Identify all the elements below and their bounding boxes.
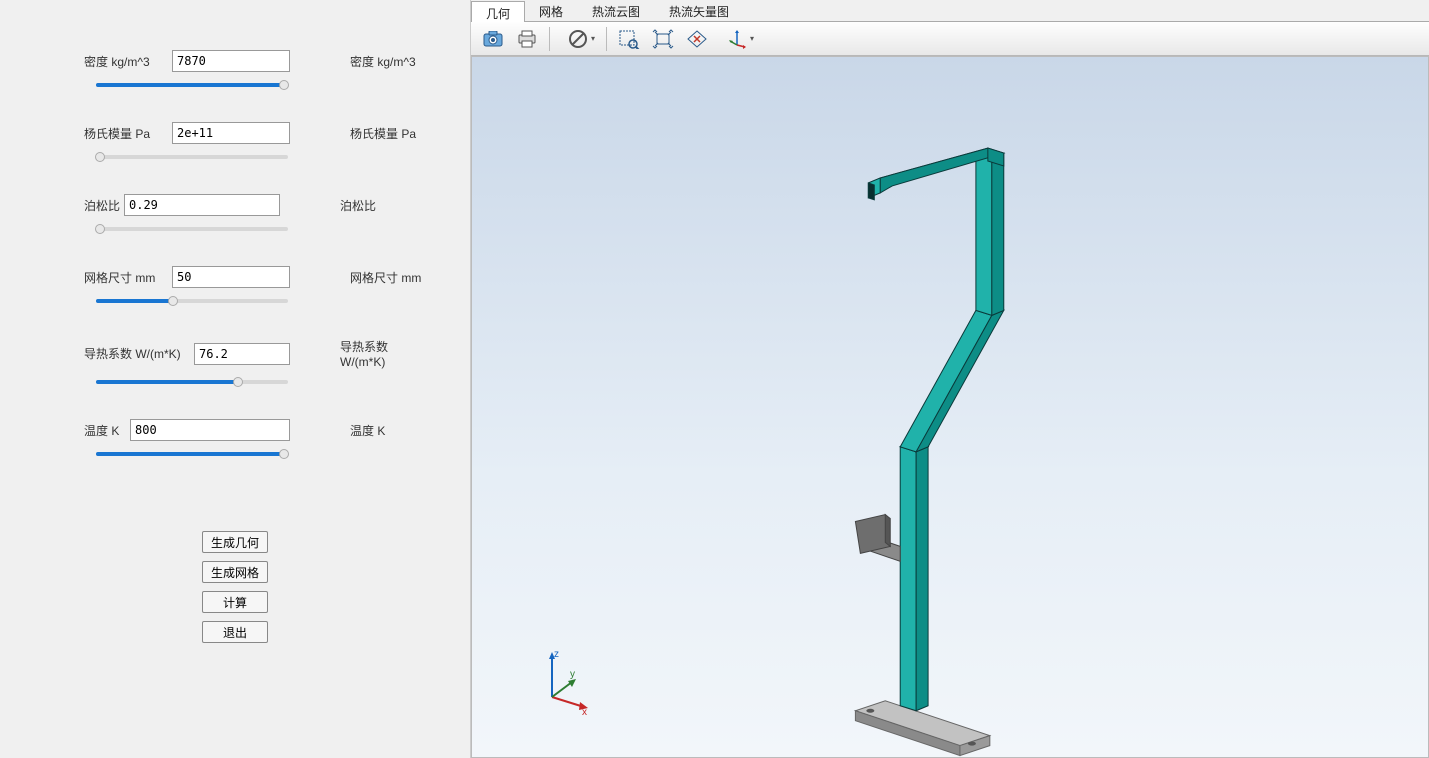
- slider-temperature[interactable]: [96, 447, 288, 461]
- input-density[interactable]: [172, 50, 290, 72]
- reset-view-button[interactable]: [681, 25, 713, 53]
- slider-poisson[interactable]: [96, 222, 288, 236]
- orientation-triad: z x y: [522, 647, 592, 717]
- slider-mesh[interactable]: [96, 294, 288, 308]
- zoom-box-icon: [618, 29, 640, 49]
- snapshot-button[interactable]: [477, 25, 509, 53]
- label-poisson: 泊松比: [84, 197, 124, 214]
- parameters-panel: 密度 kg/m^3 密度 kg/m^3 杨氏模量 Pa 杨氏模量 Pa 泊松比 …: [0, 0, 470, 758]
- slider-poisson-row: [0, 222, 470, 236]
- slider-youngs-row: [0, 150, 470, 164]
- axis-y-label: y: [570, 669, 575, 680]
- model-render: [472, 57, 1428, 757]
- axis-x-label: x: [582, 707, 587, 717]
- param-row-youngs: 杨氏模量 Pa 杨氏模量 Pa: [0, 122, 470, 144]
- tab-geometry[interactable]: 几何: [471, 1, 525, 22]
- label-mesh: 网格尺寸 mm: [84, 269, 172, 286]
- param-row-temperature: 温度 K 温度 K: [0, 419, 470, 441]
- label-youngs-right: 杨氏模量 Pa: [290, 125, 430, 142]
- zoom-box-button[interactable]: [613, 25, 645, 53]
- exit-button[interactable]: 退出: [202, 621, 268, 643]
- generate-mesh-button[interactable]: 生成网格: [202, 561, 268, 583]
- label-youngs: 杨氏模量 Pa: [84, 125, 172, 142]
- input-temperature[interactable]: [130, 419, 290, 441]
- fit-view-button[interactable]: [647, 25, 679, 53]
- no-entry-dropdown[interactable]: [556, 25, 600, 53]
- slider-density-row: [0, 78, 470, 92]
- action-buttons: 生成几何 生成网格 计算 退出: [0, 531, 470, 643]
- printer-icon: [517, 30, 537, 48]
- param-row-poisson: 泊松比 泊松比: [0, 194, 470, 216]
- slider-conductivity[interactable]: [96, 375, 288, 389]
- axes-icon: [727, 29, 747, 49]
- slider-youngs[interactable]: [96, 150, 288, 164]
- fit-icon: [652, 29, 674, 49]
- diamond-icon: [686, 29, 708, 49]
- tube-upper: [976, 148, 1004, 315]
- axis-z-label: z: [554, 649, 559, 660]
- slider-temperature-row: [0, 447, 470, 461]
- slider-density[interactable]: [96, 78, 288, 92]
- param-row-density: 密度 kg/m^3 密度 kg/m^3: [0, 50, 470, 72]
- 3d-viewport[interactable]: z x y: [471, 56, 1429, 758]
- bracket: [855, 515, 900, 562]
- input-mesh[interactable]: [172, 266, 290, 288]
- viewer-toolbar: [471, 22, 1429, 56]
- generate-geometry-button[interactable]: 生成几何: [202, 531, 268, 553]
- base-plate: [855, 701, 989, 756]
- label-poisson-right: 泊松比: [280, 197, 420, 214]
- compute-button[interactable]: 计算: [202, 591, 268, 613]
- input-youngs[interactable]: [172, 122, 290, 144]
- tab-mesh[interactable]: 网格: [525, 0, 578, 21]
- tab-bar: 几何 网格 热流云图 热流矢量图: [471, 0, 1429, 22]
- tube-lower: [900, 442, 928, 711]
- label-mesh-right: 网格尺寸 mm: [290, 269, 430, 286]
- print-button[interactable]: [511, 25, 543, 53]
- viewer-panel: 几何 网格 热流云图 热流矢量图: [470, 0, 1429, 758]
- toolbar-separator: [606, 27, 607, 51]
- label-temperature-right: 温度 K: [290, 422, 430, 439]
- param-row-conductivity: 导热系数 W/(m*K) 导热系数 W/(m*K): [0, 338, 470, 369]
- label-density: 密度 kg/m^3: [84, 53, 172, 70]
- no-entry-icon: [569, 30, 587, 48]
- input-poisson[interactable]: [124, 194, 280, 216]
- label-conductivity-right: 导热系数 W/(m*K): [290, 338, 430, 369]
- param-row-mesh: 网格尺寸 mm 网格尺寸 mm: [0, 266, 470, 288]
- tab-heat-cloud[interactable]: 热流云图: [578, 0, 655, 21]
- camera-icon: [483, 31, 503, 47]
- tube-angled: [900, 310, 1004, 451]
- tab-heat-vector[interactable]: 热流矢量图: [655, 0, 744, 21]
- slider-mesh-row: [0, 294, 470, 308]
- label-temperature: 温度 K: [84, 422, 130, 439]
- label-density-right: 密度 kg/m^3: [290, 53, 430, 70]
- axis-orientation-dropdown[interactable]: [715, 25, 759, 53]
- toolbar-separator: [549, 27, 550, 51]
- slider-conductivity-row: [0, 375, 470, 389]
- label-conductivity: 导热系数 W/(m*K): [84, 345, 194, 362]
- input-conductivity[interactable]: [194, 343, 290, 365]
